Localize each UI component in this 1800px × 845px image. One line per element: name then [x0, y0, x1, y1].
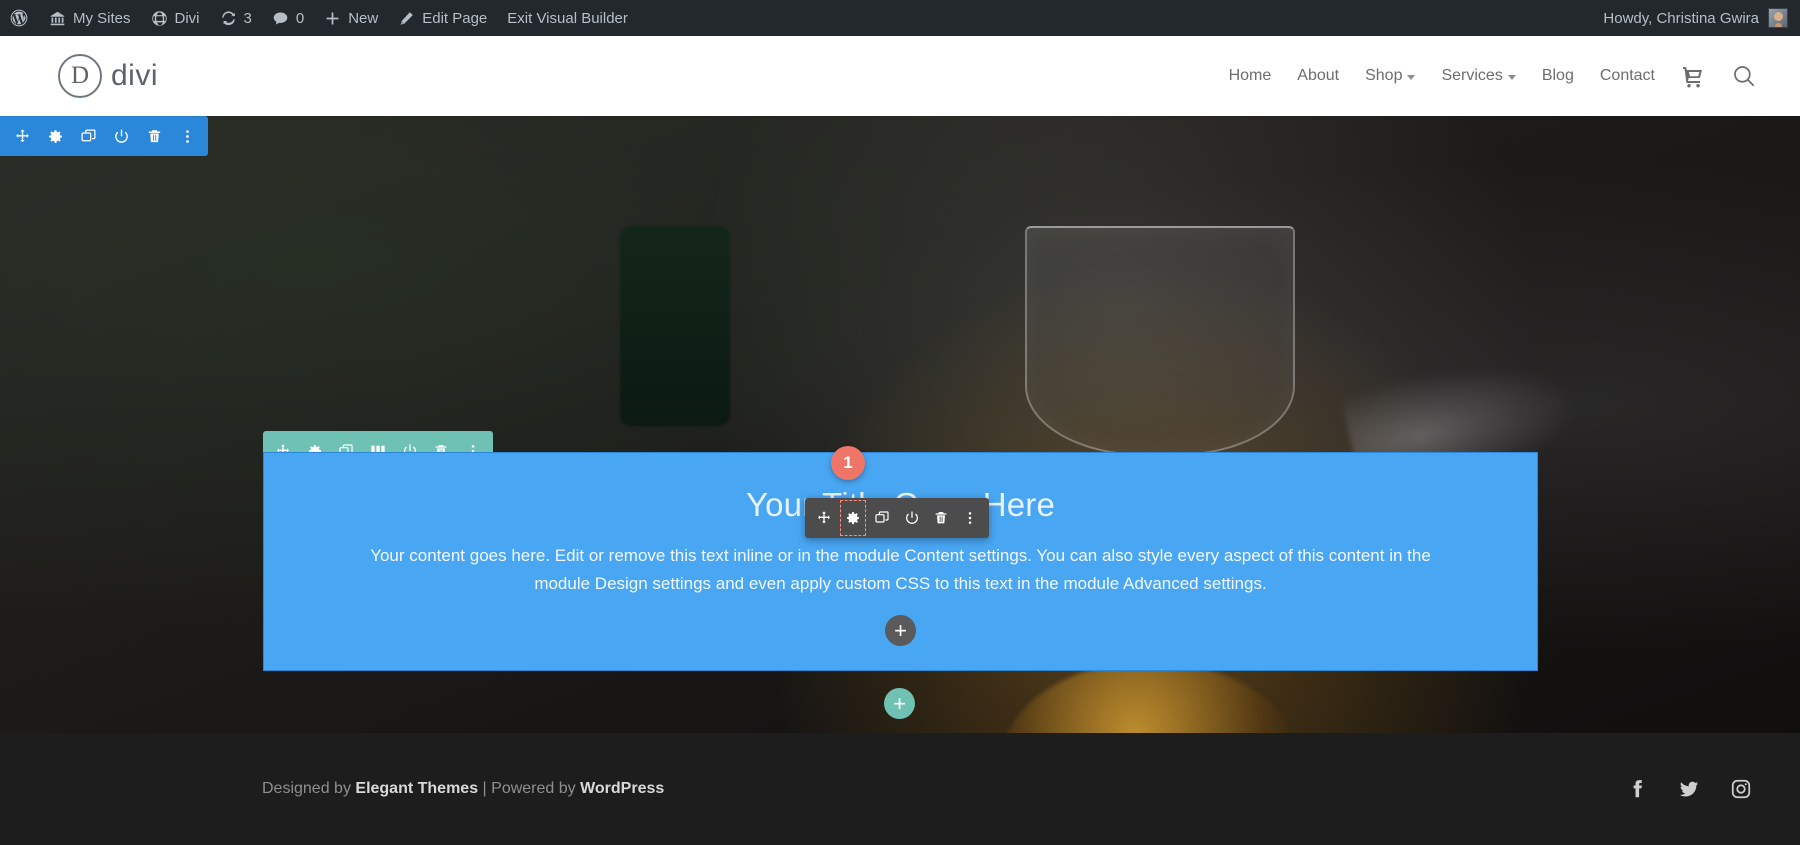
logo-letter: D: [71, 62, 89, 90]
module-disable-button[interactable]: [897, 498, 926, 538]
updates-icon: [220, 10, 237, 27]
twitter-icon[interactable]: [1678, 778, 1700, 800]
admin-bar-account[interactable]: Howdy, Christina Gwira: [1603, 8, 1800, 28]
chevron-down-icon: [1407, 75, 1415, 80]
section-duplicate-button[interactable]: [72, 116, 105, 156]
footer-brand-wordpress[interactable]: WordPress: [580, 780, 664, 797]
new-content-icon: [324, 10, 341, 27]
nav-item-blog[interactable]: Blog: [1529, 67, 1587, 85]
admin-bar-updates-count: 3: [244, 10, 252, 27]
search-button[interactable]: [1718, 63, 1770, 89]
decor-wine-glass: [1025, 226, 1295, 456]
howdy-label: Howdy, Christina Gwira: [1603, 10, 1759, 27]
nav-label: Shop: [1365, 67, 1402, 85]
section-settings-button[interactable]: [39, 116, 72, 156]
section-move-button[interactable]: [6, 116, 39, 156]
footer-social-links: [1626, 778, 1752, 800]
module-settings-button[interactable]: [838, 498, 867, 538]
visual-builder-canvas: Your Title Goes Here Your content goes h…: [0, 116, 1800, 845]
chevron-down-icon: [1508, 75, 1516, 80]
admin-bar-my-sites[interactable]: My Sites: [39, 0, 141, 36]
nav-label: Services: [1441, 67, 1502, 85]
footer-credit: Designed by Elegant Themes | Powered by …: [262, 780, 664, 798]
nav-item-shop[interactable]: Shop: [1352, 67, 1428, 85]
section-toolbar: [0, 116, 208, 156]
module-more-options-button[interactable]: [956, 498, 985, 538]
section-disable-button[interactable]: [105, 116, 138, 156]
cart-button[interactable]: [1668, 64, 1718, 88]
nav-label: Contact: [1600, 67, 1655, 85]
admin-bar-exit-visual-builder[interactable]: Exit Visual Builder: [497, 0, 638, 36]
comments-icon: [272, 10, 289, 27]
admin-bar-new-content[interactable]: New: [314, 0, 388, 36]
main-navigation: Home About Shop Services Blog Contact: [1216, 63, 1770, 89]
my-sites-icon: [49, 10, 66, 27]
instagram-icon[interactable]: [1730, 778, 1752, 800]
nav-label: About: [1297, 67, 1339, 85]
logo-wordmark: divi: [111, 59, 158, 93]
module-duplicate-button[interactable]: [868, 498, 897, 538]
nav-item-services[interactable]: Services: [1428, 67, 1528, 85]
logo-mark-icon: D: [58, 54, 102, 98]
add-row-button[interactable]: +: [884, 688, 915, 719]
nav-label: Blog: [1542, 67, 1574, 85]
admin-bar-wordpress-logo[interactable]: [0, 0, 39, 36]
site-logo[interactable]: D divi: [58, 54, 158, 98]
admin-bar-comments[interactable]: 0: [262, 0, 314, 36]
nav-item-about[interactable]: About: [1284, 67, 1352, 85]
nav-item-contact[interactable]: Contact: [1587, 67, 1668, 85]
wordpress-logo-icon: [9, 8, 29, 28]
admin-bar-site-label: Divi: [175, 10, 200, 27]
decor-bottle: [620, 226, 730, 426]
facebook-icon[interactable]: [1626, 778, 1648, 800]
edit-page-icon: [398, 10, 415, 27]
exit-visual-builder-label: Exit Visual Builder: [507, 10, 628, 27]
footer-prefix: Designed by: [262, 780, 355, 797]
footer-middle: | Powered by: [478, 780, 580, 797]
avatar: [1768, 8, 1788, 28]
module-number-badge: 1: [831, 446, 865, 480]
site-header: D divi Home About Shop Services Blog Con…: [0, 36, 1800, 116]
search-icon: [1731, 63, 1757, 89]
site-footer: Designed by Elegant Themes | Powered by …: [0, 733, 1800, 845]
add-module-button[interactable]: +: [885, 615, 916, 646]
admin-bar-new-label: New: [348, 10, 378, 27]
builder-row[interactable]: Your Title Goes Here Your content goes h…: [263, 452, 1538, 671]
nav-item-home[interactable]: Home: [1216, 67, 1285, 85]
nav-label: Home: [1229, 67, 1272, 85]
module-move-button[interactable]: [809, 498, 838, 538]
module-delete-button[interactable]: [926, 498, 955, 538]
site-icon: [151, 10, 168, 27]
admin-bar-comments-count: 0: [296, 10, 304, 27]
section-more-options-button[interactable]: [171, 116, 204, 156]
section-delete-button[interactable]: [138, 116, 171, 156]
admin-bar-edit-page-label: Edit Page: [422, 10, 487, 27]
shopping-cart-icon: [1681, 64, 1705, 88]
admin-bar-my-sites-label: My Sites: [73, 10, 131, 27]
admin-bar-edit-page[interactable]: Edit Page: [388, 0, 497, 36]
footer-brand-elegant-themes[interactable]: Elegant Themes: [355, 780, 478, 797]
module-body-text: Your content goes here. Edit or remove t…: [351, 542, 1451, 598]
admin-bar-site-name[interactable]: Divi: [141, 0, 210, 36]
wp-admin-bar: My Sites Divi 3 0 New Edit Page Exit Vis…: [0, 0, 1800, 36]
module-toolbar: [805, 498, 989, 538]
admin-bar-updates[interactable]: 3: [210, 0, 262, 36]
